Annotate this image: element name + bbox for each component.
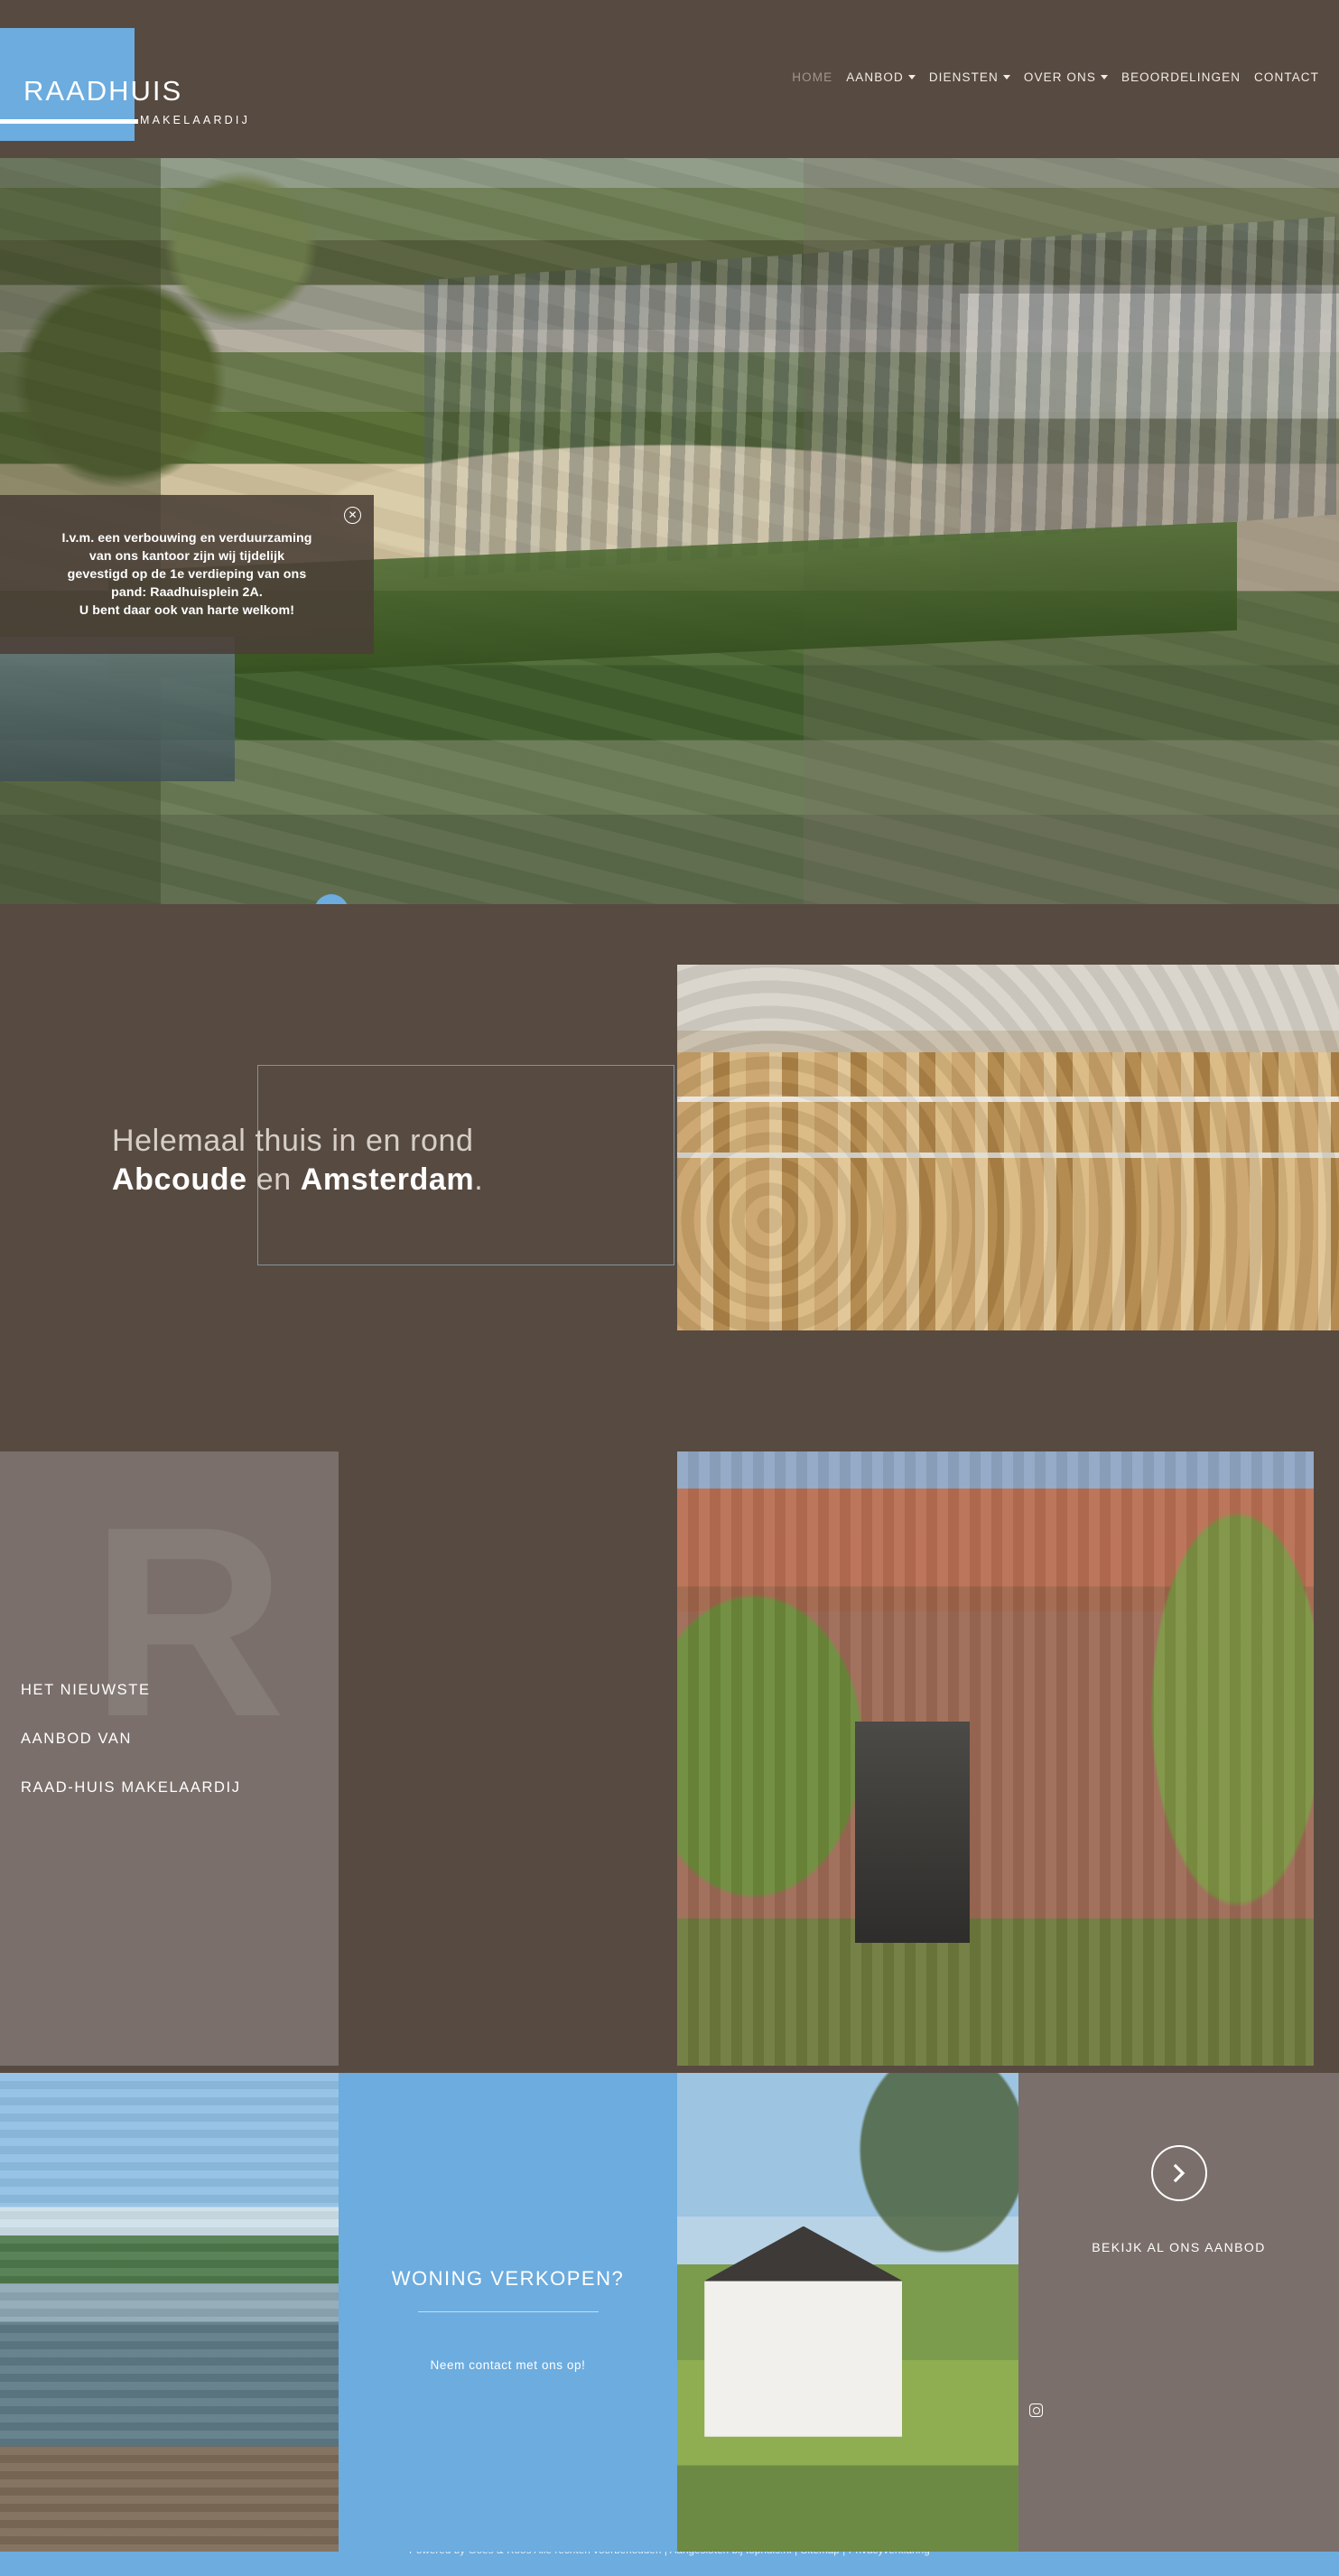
nav-item-home[interactable]: HOME [792,70,832,84]
site-logo[interactable]: RAADHUIS MAKELAARDIJ [0,28,247,141]
hero-canal [0,637,235,781]
tagline-line-1: Helemaal thuis in en rond [112,1124,474,1158]
newest-line-1: HET NIEUWSTE [21,1682,151,1698]
cta-title: WONING VERKOPEN? [391,2267,625,2290]
property-tile-waterfront[interactable] [0,2073,339,2552]
firewood-photo [677,965,1339,1330]
chevron-down-icon [907,75,916,79]
notice-line-3: gevestigd op de 1e verdieping van ons [67,566,307,582]
property-tile-white-house[interactable] [677,2073,1018,2552]
logo-word-raad: RAAD [23,75,109,107]
tagline-period: . [474,1162,484,1197]
view-all-offers-label: BEKIJK AL ONS AANBOD [1092,2240,1266,2254]
notice-line-5: U bent daar ook van harte welkom! [79,603,295,619]
hero-section: ✕ I.v.m. een verbouwing en verduurzaming… [0,158,1339,904]
main-navigation: HOME AANBOD DIENSTEN OVER ONS BEOORDELIN… [792,70,1319,84]
tagline-city-1: Abcoude [112,1162,247,1197]
chevron-right-icon [1173,2163,1185,2183]
nav-label-diensten: DIENSTEN [928,70,999,84]
nav-label-over-ons: OVER ONS [1023,70,1096,84]
nav-label-contact: CONTACT [1254,70,1319,84]
cta-subtitle: Neem contact met ons op! [430,2358,586,2372]
cta-divider [418,2311,599,2312]
nav-item-beoordelingen[interactable]: BEOORDELINGEN [1121,70,1241,84]
newest-offers-panel: R HET NIEUWSTE AANBOD VAN RAAD-HUIS MAKE… [0,1451,339,2066]
chevron-down-icon [1002,75,1010,79]
logo-underline [0,119,138,124]
property-tile-brick-house[interactable] [677,1451,1314,2066]
view-all-offers-tile[interactable]: BEKIJK AL ONS AANBOD [1018,2073,1339,2552]
logo-word-huis: HUIS [108,75,183,107]
notice-text: I.v.m. een verbouwing en verduurzaming v… [61,529,312,621]
tagline-text: Helemaal thuis in en rond Abcoude en Ams… [112,1120,483,1198]
arrow-circle-button[interactable] [1150,2145,1207,2201]
nav-label-home: HOME [792,70,833,84]
notice-line-4: pand: Raadhuisplein 2A. [111,585,263,601]
newest-line-2: AANBOD VAN [21,1731,132,1747]
newest-line-3: RAAD-HUIS MAKELAARDIJ [21,1779,241,1796]
nav-item-over-ons[interactable]: OVER ONS [1024,70,1108,84]
sell-home-cta-tile[interactable]: WONING VERKOPEN? Neem contact met ons op… [339,2073,677,2552]
nav-label-beoordelingen: BEOORDELINGEN [1120,70,1241,84]
office-notice-banner: ✕ I.v.m. een verbouwing en verduurzaming… [0,495,374,654]
nav-item-diensten[interactable]: DIENSTEN [929,70,1010,84]
tiles-grid: R HET NIEUWSTE AANBOD VAN RAAD-HUIS MAKE… [0,1444,1339,2552]
tagline-conjunction: en [246,1162,301,1197]
tagline-city-2: Amsterdam [300,1162,475,1197]
notice-line-2: van ons kantoor zijn wij tijdelijk [88,548,285,564]
chevron-down-icon [1100,75,1108,79]
site-header: RAADHUIS MAKELAARDIJ HOME AANBOD DIENSTE… [0,0,1339,158]
nav-label-aanbod: AANBOD [846,70,904,84]
logo-wordmark: RAADHUIS [23,75,182,107]
close-icon[interactable]: ✕ [344,507,361,524]
nav-item-contact[interactable]: CONTACT [1254,70,1319,84]
tagline-line-2: Abcoude en Amsterdam. [112,1162,483,1198]
notice-line-1: I.v.m. een verbouwing en verduurzaming [61,530,312,546]
logo-subtitle: MAKELAARDIJ [140,114,251,126]
nav-item-aanbod[interactable]: AANBOD [846,70,916,84]
newest-offers-heading: HET NIEUWSTE AANBOD VAN RAAD-HUIS MAKELA… [21,1682,241,1828]
instagram-icon [1029,2403,1044,2417]
